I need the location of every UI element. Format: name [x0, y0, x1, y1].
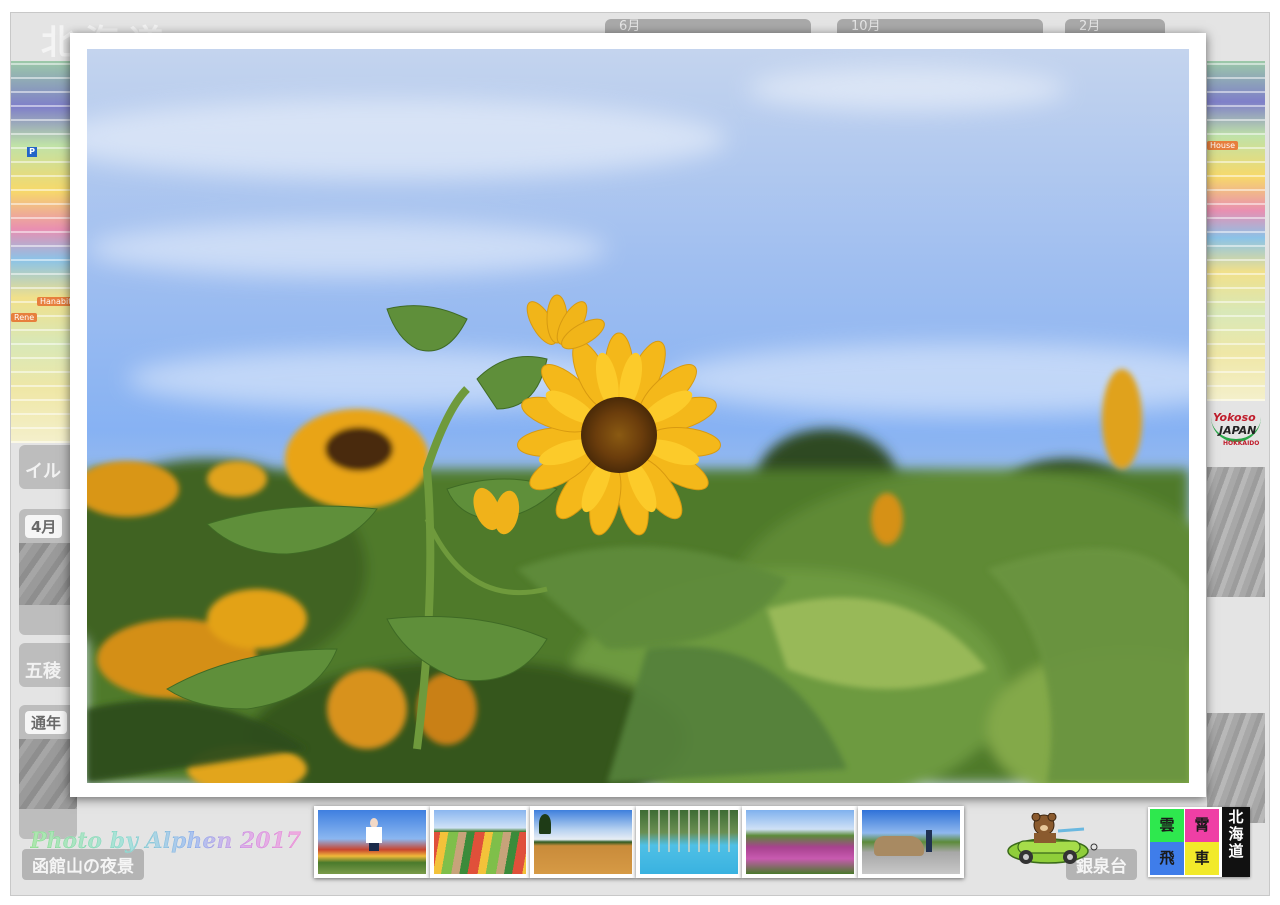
background-card: イル: [19, 445, 77, 489]
thumbnail[interactable]: [636, 806, 742, 878]
background-card-caption: イル: [25, 461, 61, 482]
background-tab-label: 10月: [851, 19, 881, 34]
background-card-photo: [19, 739, 77, 809]
logo-text: HOKKAIDO: [1223, 440, 1260, 447]
thumbnail[interactable]: [530, 806, 636, 878]
thumbnail[interactable]: [314, 806, 430, 878]
background-card-month: 通年: [25, 711, 68, 734]
thumbnail[interactable]: [430, 806, 530, 878]
dead-trees: [640, 810, 738, 852]
thumbnail-image: [434, 810, 526, 874]
car-shape: [874, 836, 924, 856]
background-card-caption: 五稜: [25, 661, 61, 682]
background-card: [1207, 467, 1265, 597]
logo-cell: 霄: [1185, 809, 1219, 842]
background-card: 4月: [19, 509, 77, 635]
yokoso-japan-logo: Yokoso JAPAN HOKKAIDO: [1211, 409, 1263, 459]
lightbox-photo[interactable]: [87, 49, 1189, 783]
thumbnail-image: [862, 810, 960, 874]
thumbnail-image: [640, 810, 738, 874]
background-farm-map-left: P Hanabito Rene: [11, 61, 71, 443]
thumbnail[interactable]: [858, 806, 964, 878]
logo-cell: 飛: [1150, 842, 1184, 875]
map-pin: House: [1207, 141, 1239, 150]
logo-text: Yokoso: [1213, 411, 1256, 424]
thumbnail-image: [534, 810, 632, 874]
tree-icon: [539, 814, 551, 834]
parking-icon: P: [27, 147, 37, 157]
lightbox: [70, 33, 1206, 797]
person-figure: [366, 827, 382, 843]
background-tab-label: 6月: [619, 19, 641, 34]
map-pin: Rene: [11, 313, 38, 322]
person-figure: [369, 843, 379, 851]
background-card-photo: [19, 543, 77, 605]
photo-credit: Photo by Alphen 2017: [30, 828, 302, 854]
background-card: 通年: [19, 705, 77, 839]
logo-cell: 車: [1185, 842, 1219, 875]
thumbnail-image: [318, 810, 426, 874]
background-card-month: 4月: [25, 515, 63, 538]
site-logo[interactable]: 雲 霄 飛 車 北海道: [1148, 807, 1250, 877]
logo-cell: 雲: [1150, 809, 1184, 842]
map-pin: Hanabito: [37, 297, 71, 306]
bear-car-icon[interactable]: [1006, 812, 1102, 867]
thumbnail-image: [746, 810, 854, 874]
sunflower-photo-graphic: [87, 67, 1189, 783]
background-card: 五稜: [19, 643, 77, 687]
logo-vertical-text: 北海道: [1222, 807, 1250, 877]
thumbnail[interactable]: [742, 806, 858, 878]
background-tab-label: 2月: [1079, 19, 1101, 34]
logo-text: JAPAN: [1219, 424, 1257, 437]
person-figure: [926, 830, 932, 852]
background-farm-map-right: House: [1207, 61, 1265, 401]
